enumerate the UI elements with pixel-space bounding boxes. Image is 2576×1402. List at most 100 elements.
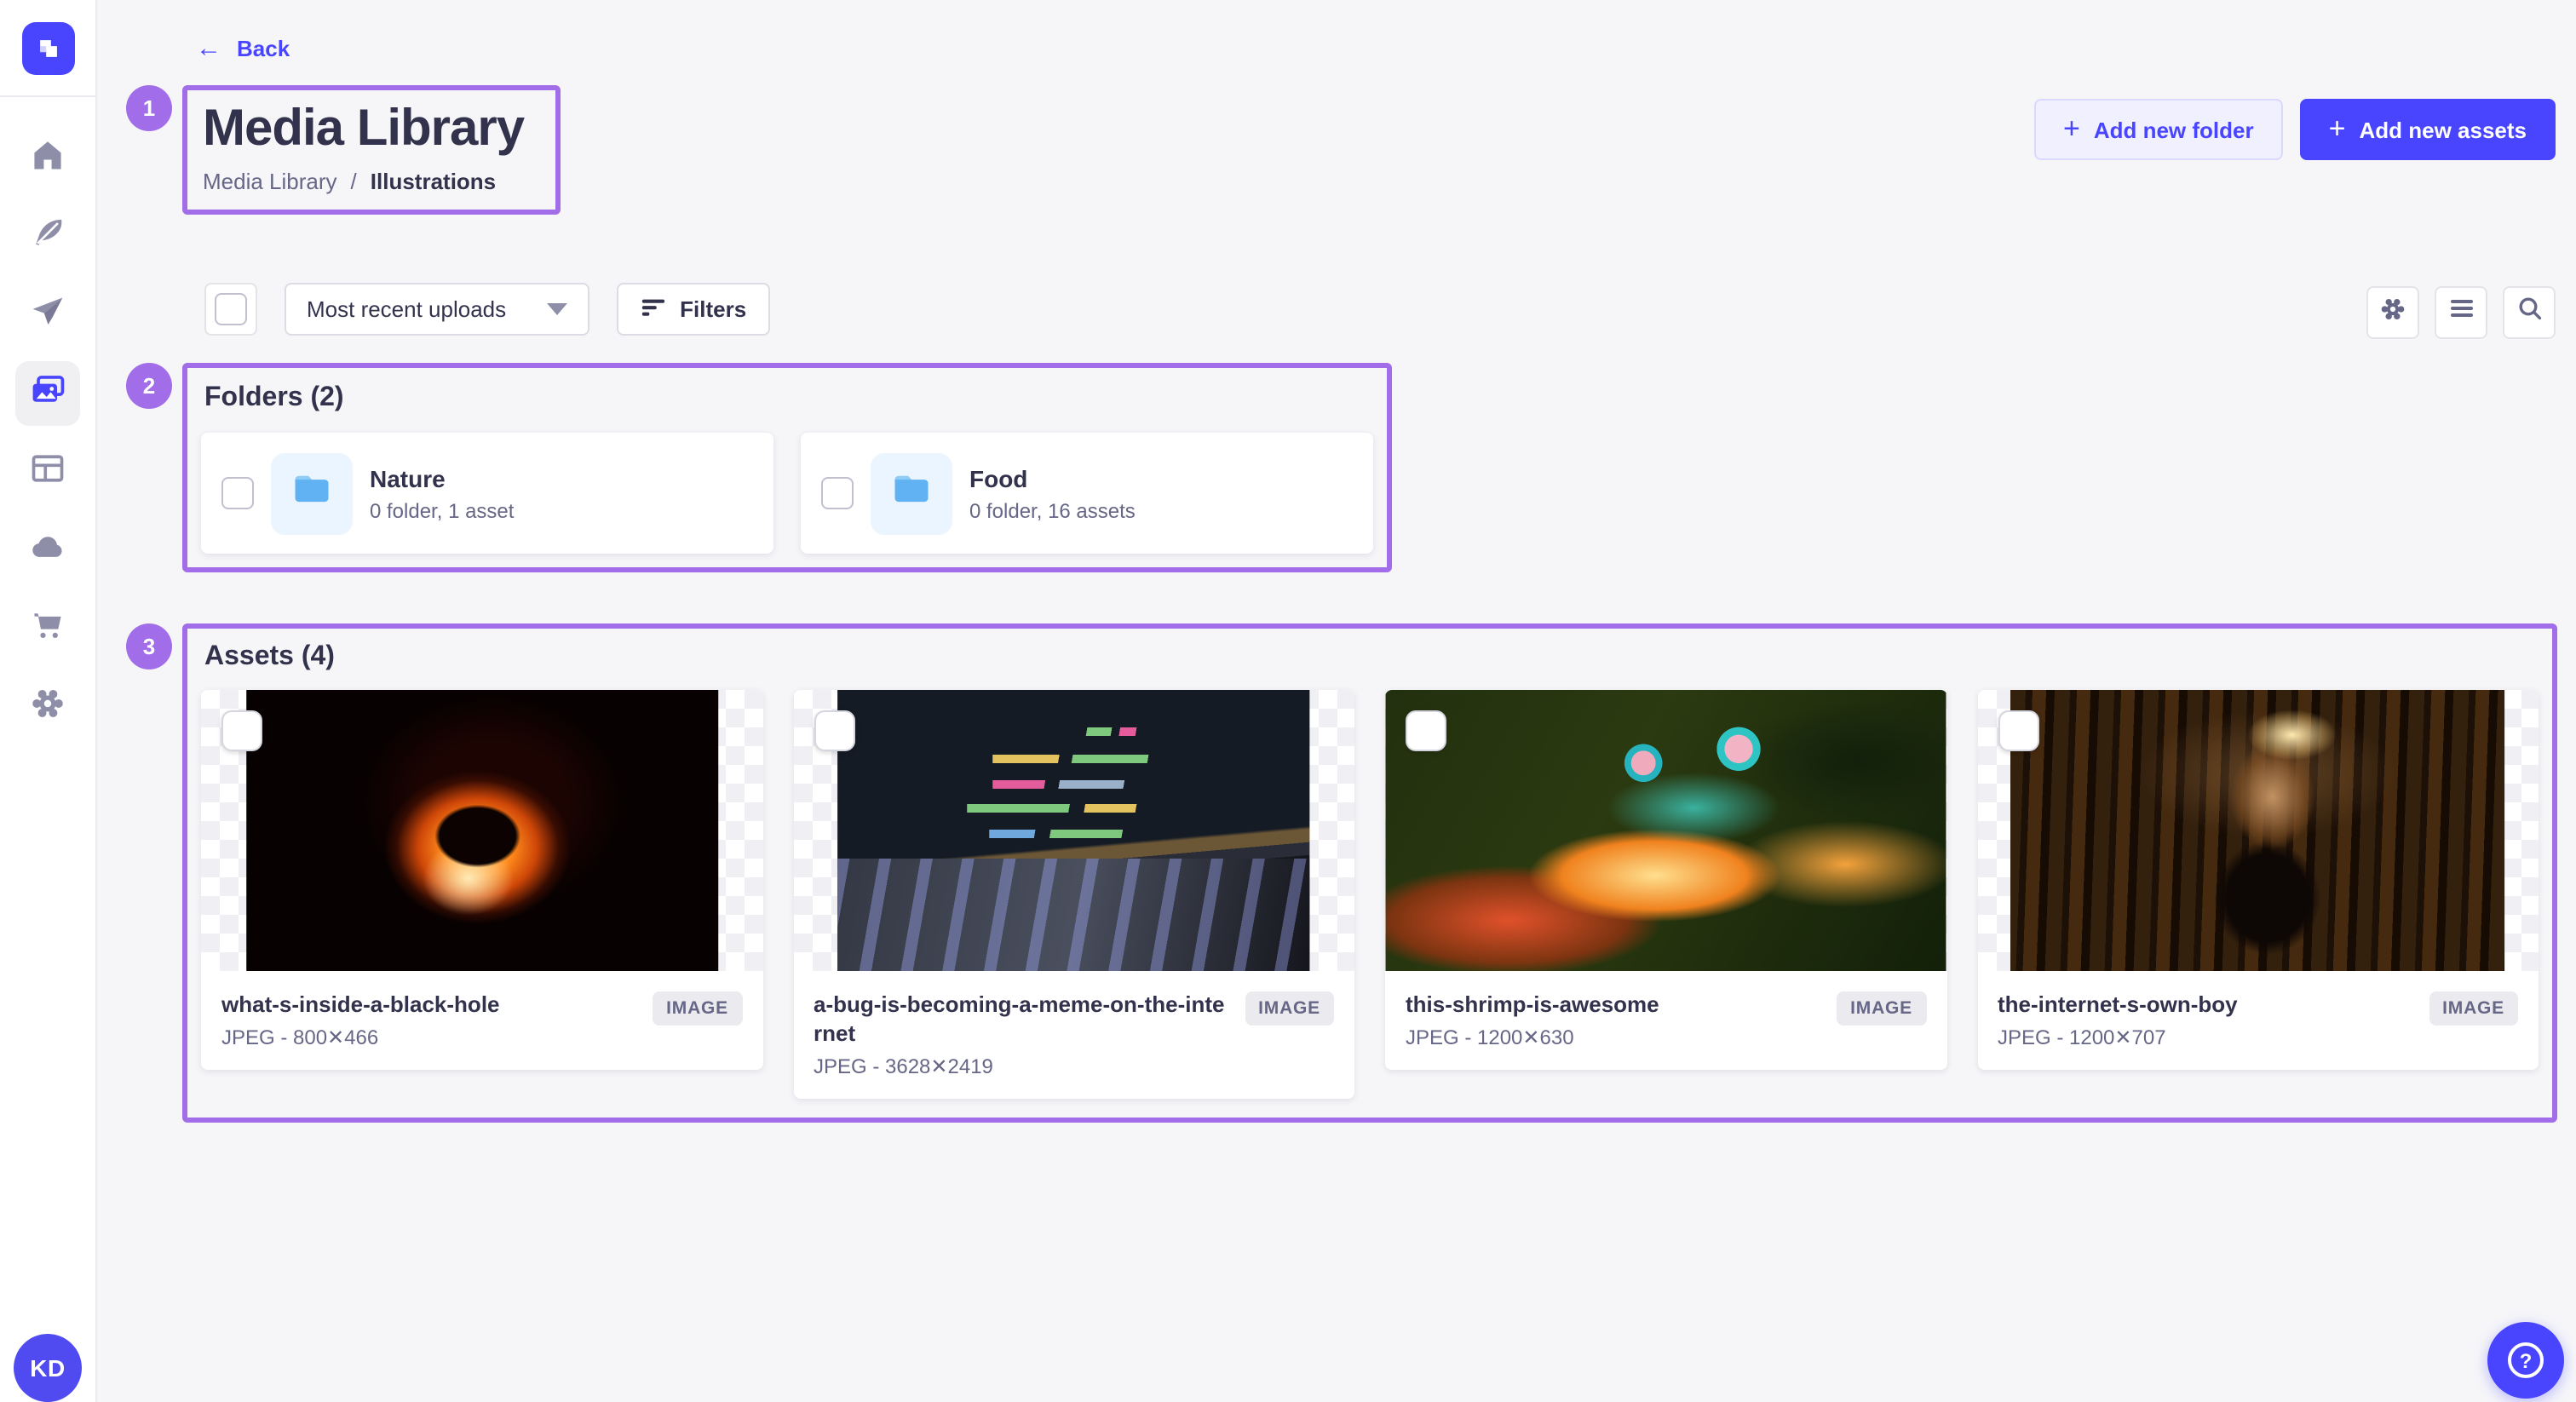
header-actions: + Add new folder + Add new assets [2034, 99, 2556, 160]
folders-annotation-box: Folders (2) Nature 0 folder, 1 asset Foo… [182, 363, 1392, 572]
page-title: Media Library [203, 99, 540, 160]
asset-type-badge: IMAGE [2429, 991, 2518, 1026]
add-new-folder-button[interactable]: + Add new folder [2034, 99, 2283, 160]
breadcrumb-current: Illustrations [371, 169, 496, 194]
add-new-folder-label: Add new folder [2094, 117, 2254, 142]
asset-checkbox[interactable] [221, 710, 262, 751]
asset-type-badge: IMAGE [1837, 991, 1926, 1026]
asset-card-black-hole[interactable]: what-s-inside-a-black-hole JPEG - 800✕46… [201, 690, 762, 1070]
asset-footer: a-bug-is-becoming-a-meme-on-the-internet… [793, 971, 1354, 1099]
asset-name: this-shrimp-is-awesome [1406, 991, 1823, 1020]
home-icon [29, 135, 66, 181]
asset-grid: what-s-inside-a-black-hole JPEG - 800✕46… [201, 690, 2539, 1099]
breadcrumb-parent[interactable]: Media Library [203, 169, 337, 194]
asset-checkbox[interactable] [814, 710, 854, 751]
asset-meta: JPEG - 1200✕630 [1406, 1026, 1823, 1049]
assets-annotation-box: Assets (4) what-s-inside-a-black-hole JP… [182, 623, 2557, 1123]
cart-icon [29, 606, 66, 652]
strapi-logo-icon[interactable] [21, 21, 74, 74]
folders-heading: Folders (2) [204, 383, 1373, 414]
media-library-page: KD ← Back 1 Media Library Media Library … [0, 0, 2576, 1402]
asset-meta: JPEG - 800✕466 [221, 1026, 639, 1049]
sidebar-item-home[interactable] [15, 126, 80, 191]
sidebar-item-content-type-builder[interactable] [15, 440, 80, 504]
layout-icon [29, 449, 66, 495]
folder-row: Nature 0 folder, 1 asset Food 0 folder, … [201, 433, 1373, 554]
folder-card-nature[interactable]: Nature 0 folder, 1 asset [201, 433, 773, 554]
select-all-wrap [204, 283, 257, 336]
back-label: Back [237, 36, 290, 61]
view-settings-button[interactable] [2366, 286, 2419, 339]
sidebar-nav [0, 97, 95, 753]
back-arrow-icon: ← [196, 34, 221, 63]
feather-icon [29, 214, 66, 260]
asset-card-shrimp[interactable]: this-shrimp-is-awesome JPEG - 1200✕630 I… [1385, 690, 1946, 1070]
asset-thumbnail [201, 690, 762, 971]
annotation-step-3: 3 [126, 623, 172, 669]
plus-icon: + [2329, 114, 2346, 143]
asset-checkbox[interactable] [1998, 710, 2038, 751]
asset-checkbox[interactable] [1406, 710, 1446, 751]
library-portrait-image [2011, 690, 2505, 971]
sort-select-value: Most recent uploads [307, 296, 506, 322]
folder-texts: Food 0 folder, 16 assets [969, 464, 1136, 522]
asset-type-badge: IMAGE [1245, 991, 1334, 1026]
filters-button[interactable]: Filters [617, 283, 770, 336]
folder-meta: 0 folder, 16 assets [969, 498, 1136, 522]
filter-icon [641, 294, 666, 325]
sidebar-item-media-library[interactable] [15, 361, 80, 426]
assets-heading: Assets (4) [204, 642, 2539, 673]
annotation-step-1: 1 [126, 85, 172, 131]
filters-label: Filters [680, 296, 746, 322]
title-annotation-box: Media Library Media Library / Illustrati… [182, 85, 561, 215]
folder-tile [271, 452, 353, 534]
gear-icon [29, 684, 66, 730]
folder-checkbox[interactable] [821, 477, 854, 509]
code-laptop-image [838, 690, 1310, 971]
asset-footer: the-internet-s-own-boy JPEG - 1200✕707 I… [1977, 971, 2539, 1070]
asset-name: a-bug-is-becoming-a-meme-on-the-internet [814, 991, 1231, 1049]
back-link[interactable]: ← Back [196, 34, 290, 63]
paper-plane-icon [29, 292, 66, 338]
logo-wrap [0, 0, 95, 97]
sort-select[interactable]: Most recent uploads [285, 283, 589, 336]
asset-thumbnail [793, 690, 1354, 971]
breadcrumb: Media Library / Illustrations [203, 169, 540, 194]
sidebar-item-cloud[interactable] [15, 518, 80, 583]
user-avatar[interactable]: KD [14, 1334, 82, 1402]
asset-name: the-internet-s-own-boy [1998, 991, 2415, 1020]
search-icon [2516, 295, 2543, 330]
asset-footer: what-s-inside-a-black-hole JPEG - 800✕46… [201, 971, 762, 1070]
folder-icon [290, 467, 334, 520]
asset-card-bug-meme[interactable]: a-bug-is-becoming-a-meme-on-the-internet… [793, 690, 1354, 1099]
chevron-down-icon [547, 303, 567, 315]
asset-meta: JPEG - 3628✕2419 [814, 1054, 1231, 1078]
folder-tile [871, 452, 952, 534]
list-view-button[interactable] [2435, 286, 2487, 339]
folder-checkbox[interactable] [221, 477, 254, 509]
folder-card-food[interactable]: Food 0 folder, 16 assets [801, 433, 1373, 554]
images-icon [29, 371, 66, 417]
select-all-checkbox[interactable] [215, 293, 247, 325]
mantis-shrimp-image [1385, 690, 1946, 971]
plus-icon: + [2063, 114, 2080, 143]
folder-meta: 0 folder, 1 asset [370, 498, 514, 522]
cloud-icon [29, 527, 66, 573]
search-button[interactable] [2503, 286, 2556, 339]
sidebar-item-settings[interactable] [15, 675, 80, 739]
sidebar-item-releases[interactable] [15, 283, 80, 348]
black-hole-image [246, 690, 718, 971]
folder-name: Nature [370, 464, 514, 491]
sidebar-item-marketplace[interactable] [15, 596, 80, 661]
asset-thumbnail [1385, 690, 1946, 971]
add-new-assets-button[interactable]: + Add new assets [2300, 99, 2556, 160]
asset-card-internets-own-boy[interactable]: the-internet-s-own-boy JPEG - 1200✕707 I… [1977, 690, 2539, 1070]
annotation-step-2: 2 [126, 363, 172, 409]
sidebar: KD [0, 0, 97, 1402]
gear-icon [2378, 294, 2407, 331]
help-button[interactable]: ? [2487, 1322, 2564, 1399]
list-icon [2447, 295, 2475, 330]
sidebar-item-content-manager[interactable] [15, 204, 80, 269]
asset-footer: this-shrimp-is-awesome JPEG - 1200✕630 I… [1385, 971, 1946, 1070]
folder-name: Food [969, 464, 1136, 491]
